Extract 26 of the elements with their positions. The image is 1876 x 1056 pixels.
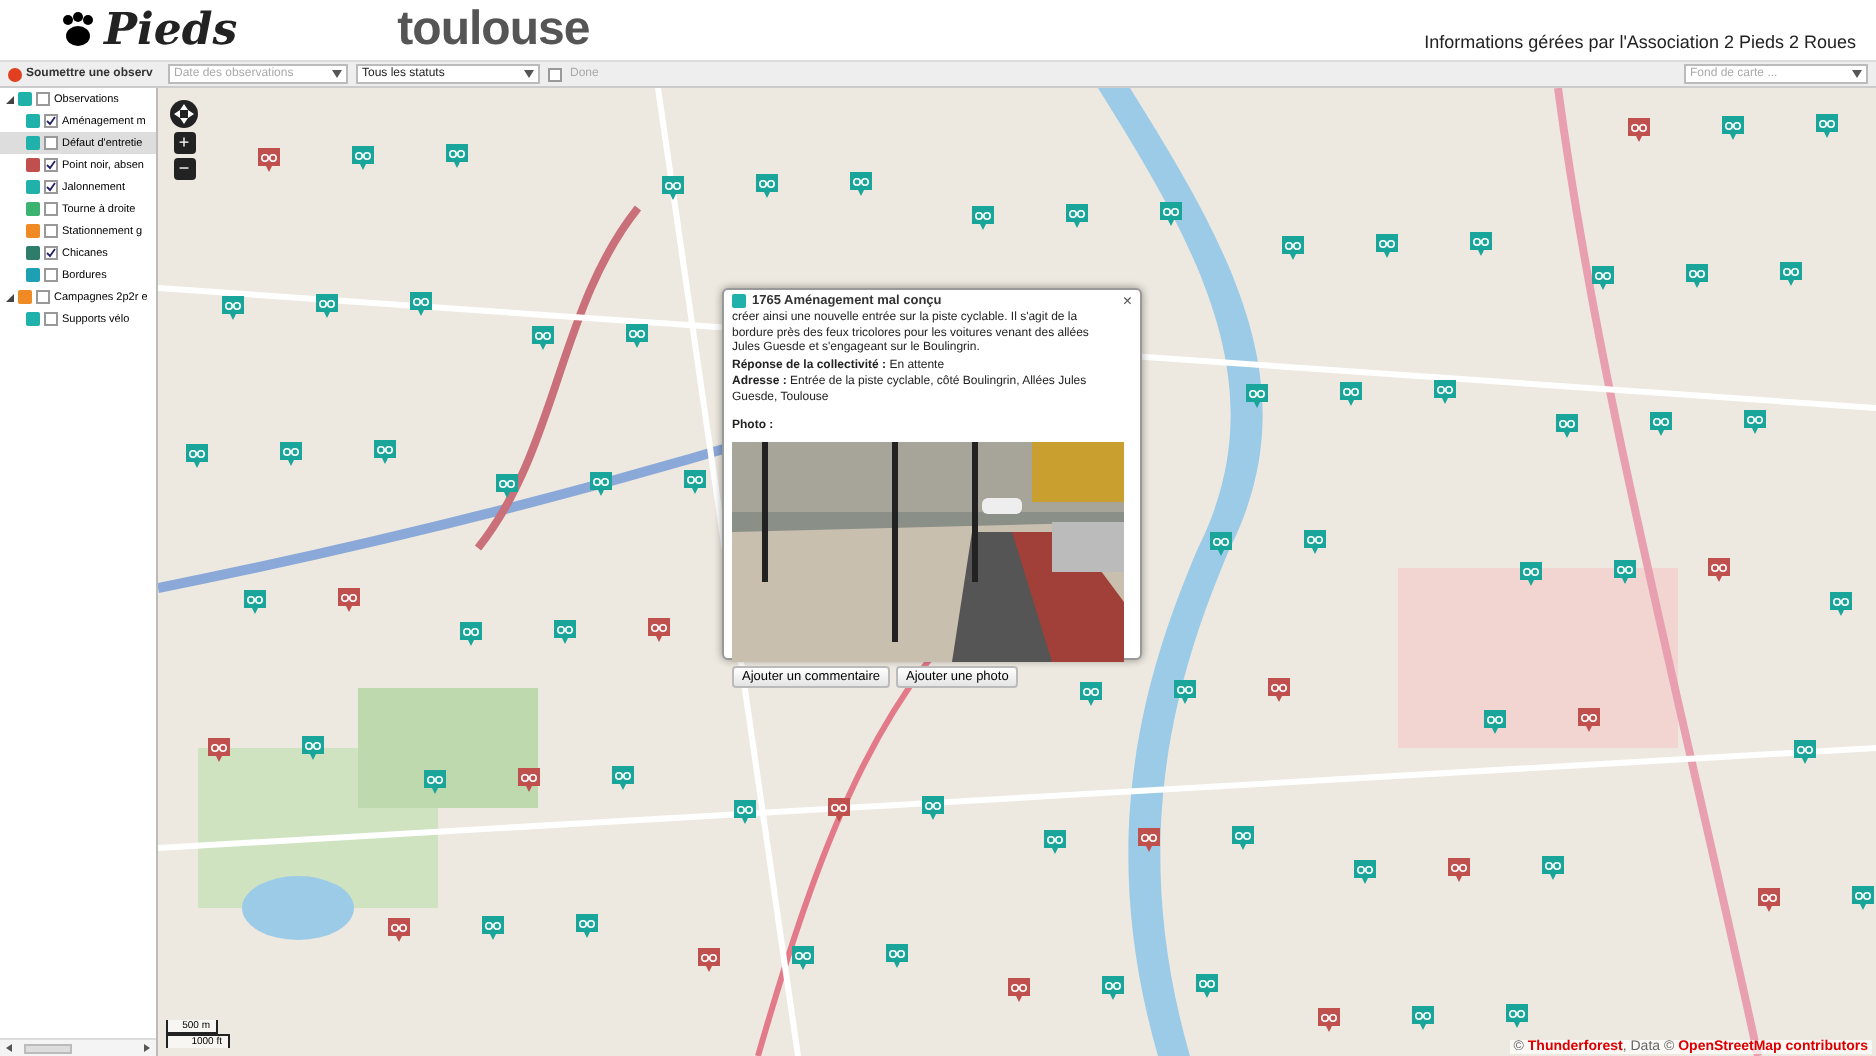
checkbox[interactable]	[36, 290, 50, 304]
checkbox[interactable]	[44, 136, 58, 150]
checkbox[interactable]	[44, 224, 58, 238]
caret-icon	[524, 70, 534, 78]
paw-icon	[60, 12, 96, 48]
checkbox[interactable]	[44, 202, 58, 216]
logo: toulouse	[397, 2, 590, 58]
checkbox[interactable]	[44, 312, 58, 326]
caret-icon	[1852, 70, 1862, 78]
collapse-icon[interactable]	[6, 95, 14, 103]
checkbox[interactable]	[36, 92, 50, 106]
logo: Pieds	[104, 4, 238, 56]
scroll-left-icon[interactable]	[6, 1044, 12, 1052]
caret-icon	[332, 70, 342, 78]
collapse-icon[interactable]	[6, 293, 14, 301]
checkbox[interactable]	[44, 180, 58, 194]
scrollbar-thumb[interactable]	[24, 1043, 72, 1053]
alert-icon	[8, 67, 22, 81]
checkbox[interactable]	[44, 114, 58, 128]
scrollbar[interactable]	[0, 1038, 156, 1056]
checkbox[interactable]	[44, 268, 58, 282]
checkbox[interactable]	[548, 67, 562, 81]
checkbox[interactable]	[44, 246, 58, 260]
scroll-right-icon[interactable]	[144, 1044, 150, 1052]
credit-text: Informations gérées par l'Association 2 Pieds 2 Roues	[1424, 32, 1856, 52]
checkbox[interactable]	[44, 158, 58, 172]
